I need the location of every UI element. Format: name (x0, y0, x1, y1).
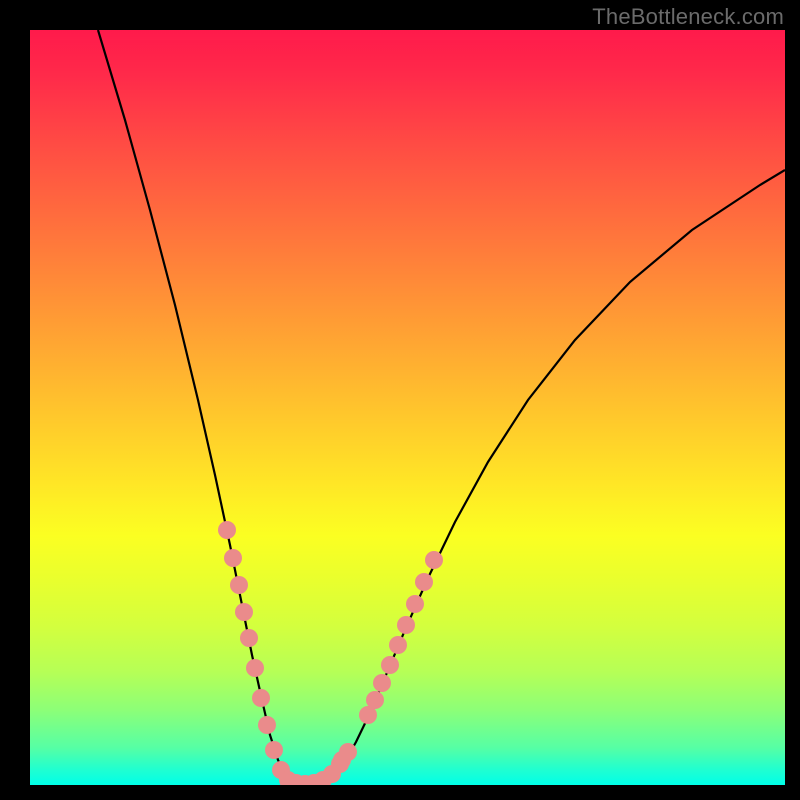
data-point (366, 691, 384, 709)
watermark-text: TheBottleneck.com (592, 4, 784, 30)
data-point (218, 521, 236, 539)
data-point (230, 576, 248, 594)
bottleneck-curve (98, 30, 785, 785)
plot-area (30, 30, 785, 785)
chart-svg (30, 30, 785, 785)
data-point (425, 551, 443, 569)
data-point (415, 573, 433, 591)
data-point (389, 636, 407, 654)
data-point (265, 741, 283, 759)
data-point (240, 629, 258, 647)
data-point (406, 595, 424, 613)
data-point (252, 689, 270, 707)
data-point (397, 616, 415, 634)
data-point (224, 549, 242, 567)
data-point (373, 674, 391, 692)
data-point (381, 656, 399, 674)
data-point (246, 659, 264, 677)
chart-frame: TheBottleneck.com (0, 0, 800, 800)
data-point (339, 743, 357, 761)
data-point (235, 603, 253, 621)
data-point (258, 716, 276, 734)
